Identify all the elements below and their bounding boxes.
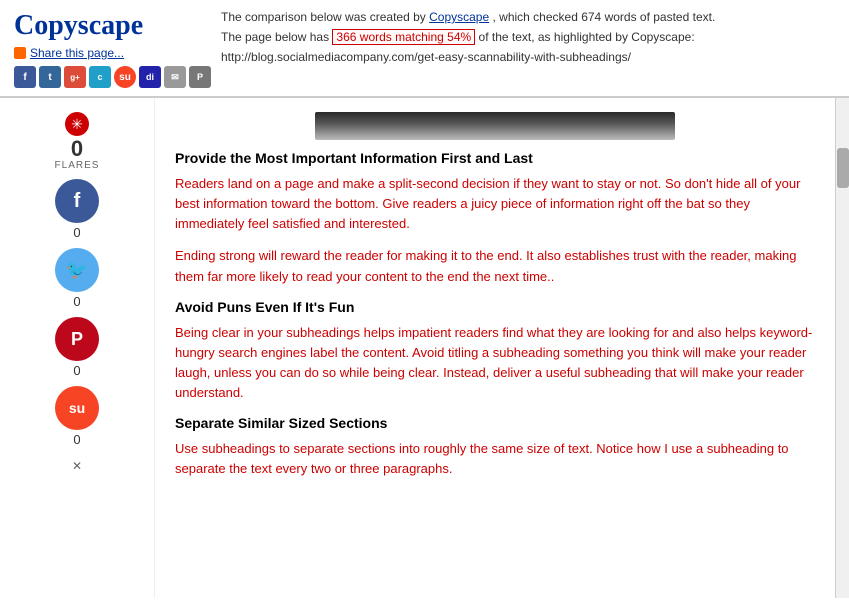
scrollbar[interactable] xyxy=(835,98,849,598)
flares-label: FLARES xyxy=(55,160,100,171)
copyscape-link[interactable]: Copyscape xyxy=(429,10,489,24)
google-icon[interactable]: g+ xyxy=(64,66,86,88)
section1-para1: Readers land on a page and make a split-… xyxy=(175,174,815,234)
info-line1: The comparison below was created by Copy… xyxy=(221,10,835,24)
logo-area: Copyscape Share this page... f t g+ c su… xyxy=(14,10,211,88)
linkedin-icon[interactable]: c xyxy=(89,66,111,88)
share-link[interactable]: Share this page... xyxy=(30,46,124,60)
match-percentage: 366 words matching 54% xyxy=(332,29,475,45)
twitter-count: 0 xyxy=(73,294,80,309)
facebook-icon[interactable]: f xyxy=(14,66,36,88)
facebook-count: 0 xyxy=(73,225,80,240)
digg-icon[interactable]: di xyxy=(139,66,161,88)
stumble-count: 0 xyxy=(73,432,80,447)
section3-heading: Separate Similar Sized Sections xyxy=(175,415,815,431)
print-icon[interactable]: P xyxy=(189,66,211,88)
pinterest-count: 0 xyxy=(73,363,80,378)
twitter-icon[interactable]: t xyxy=(39,66,61,88)
info-line2: The page below has 366 words matching 54… xyxy=(221,30,835,44)
facebook-share-button[interactable]: f xyxy=(55,179,99,223)
info-pre: The comparison below was created by xyxy=(221,10,429,24)
burst-icon: ✳ xyxy=(65,112,89,136)
header-image xyxy=(315,112,675,140)
sidebar: ✳ 0 FLARES f 0 🐦 0 P 0 su 0 ✕ xyxy=(0,98,155,598)
info-line2-post: of the text, as highlighted by Copyscape… xyxy=(479,30,695,44)
info-line2-pre: The page below has xyxy=(221,30,332,44)
article-content: Provide the Most Important Information F… xyxy=(155,98,835,598)
section2-heading: Avoid Puns Even If It's Fun xyxy=(175,299,815,315)
logo-text: Copyscape xyxy=(14,10,211,42)
share-row: Share this page... xyxy=(14,46,211,60)
section3-para1: Use subheadings to separate sections int… xyxy=(175,439,815,479)
stumble-icon[interactable]: su xyxy=(114,66,136,88)
article-url[interactable]: http://blog.socialmediacompany.com/get-e… xyxy=(221,50,835,64)
section2-para1: Being clear in your subheadings helps im… xyxy=(175,323,815,404)
twitter-share-button[interactable]: 🐦 xyxy=(55,248,99,292)
section1-heading: Provide the Most Important Information F… xyxy=(175,150,815,166)
flares-count: 0 xyxy=(71,138,83,160)
main-content: ✳ 0 FLARES f 0 🐦 0 P 0 su 0 ✕ Provide th… xyxy=(0,98,849,598)
stumble-share-button[interactable]: su xyxy=(55,386,99,430)
email-icon[interactable]: ✉ xyxy=(164,66,186,88)
section1-para2: Ending strong will reward the reader for… xyxy=(175,246,815,286)
pinterest-share-button[interactable]: P xyxy=(55,317,99,361)
share-icon xyxy=(14,47,26,59)
header: Copyscape Share this page... f t g+ c su… xyxy=(0,0,849,98)
info-post: , which checked 674 words of pasted text… xyxy=(493,10,716,24)
scroll-thumb[interactable] xyxy=(837,148,849,188)
burst-symbol: ✳ xyxy=(71,117,83,131)
social-icons-row: f t g+ c su di ✉ P xyxy=(14,66,211,88)
info-area: The comparison below was created by Copy… xyxy=(211,10,835,64)
close-button[interactable]: ✕ xyxy=(72,459,82,473)
